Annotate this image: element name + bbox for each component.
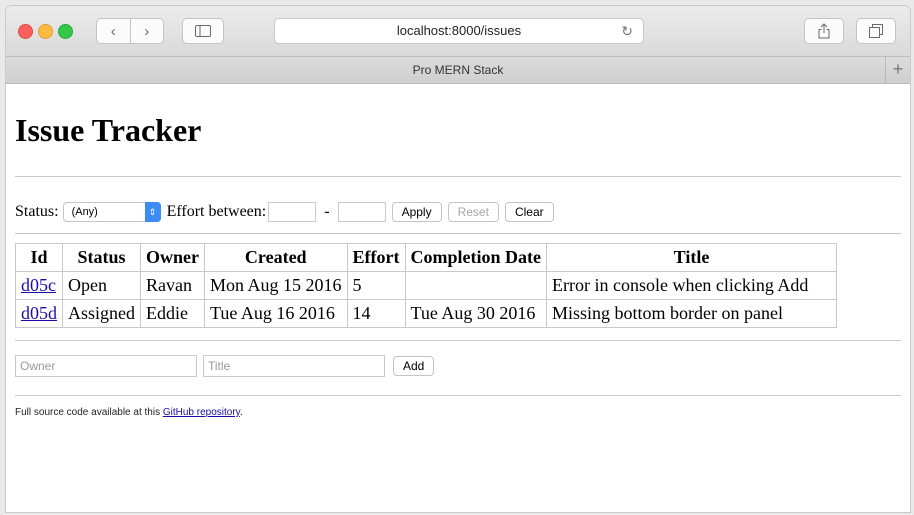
close-icon[interactable] (18, 24, 33, 39)
table-row: d05d Assigned Eddie Tue Aug 16 2016 14 T… (15, 299, 837, 328)
table-header-row: Id Status Owner Created Effort Completio… (15, 243, 837, 272)
completion-date-cell (404, 271, 547, 300)
title-cell: Error in console when clicking Add (545, 271, 837, 300)
effort-label: Effort between: (166, 203, 267, 220)
column-header-completion-date: Completion Date (404, 243, 547, 272)
column-header-created: Created (204, 243, 348, 272)
address-bar[interactable]: localhost:8000/issues ↻ (274, 18, 644, 44)
status-select-value: (Any) (71, 206, 98, 218)
divider (15, 340, 901, 341)
page-content: Issue Tracker Status: (Any) ⇕ Effort bet… (6, 112, 910, 418)
reload-icon[interactable]: ↻ (621, 19, 633, 43)
divider (15, 233, 901, 234)
tab-title[interactable]: Pro MERN Stack (413, 63, 504, 77)
divider (15, 395, 901, 396)
column-header-owner: Owner (140, 243, 205, 272)
footer: Full source code available at this GitHu… (15, 407, 901, 418)
browser-toolbar: ‹ › localhost:8000/issues ↻ (6, 6, 910, 57)
issue-id-link[interactable]: d05c (21, 275, 56, 295)
sidebar-icon[interactable] (182, 18, 224, 44)
created-cell: Tue Aug 16 2016 (204, 299, 348, 328)
title-input[interactable]: Title (203, 355, 385, 377)
status-cell: Assigned (62, 299, 141, 328)
created-cell: Mon Aug 15 2016 (204, 271, 348, 300)
owner-cell: Eddie (140, 299, 205, 328)
share-icon[interactable] (804, 18, 844, 44)
status-select[interactable]: (Any) ⇕ (62, 202, 161, 222)
footer-suffix: . (239, 407, 243, 418)
column-header-status: Status (62, 243, 141, 272)
status-cell: Open (62, 271, 141, 300)
title-cell: Missing bottom border on panel (545, 299, 837, 328)
tabs-icon[interactable] (856, 18, 896, 44)
issue-table: Id Status Owner Created Effort Completio… (15, 243, 837, 328)
clear-button[interactable]: Clear (504, 202, 554, 222)
chevron-right-icon[interactable]: › (131, 23, 164, 40)
plus-icon[interactable]: + (885, 57, 910, 83)
status-label: Status: (15, 203, 59, 220)
select-arrow-icon: ⇕ (144, 202, 161, 222)
nav-buttons: ‹ › (96, 18, 164, 44)
divider (15, 176, 901, 177)
effort-dash: - (324, 203, 330, 220)
footer-text: Full source code available at this (15, 407, 163, 418)
chevron-left-icon[interactable]: ‹ (97, 23, 130, 40)
minimize-icon[interactable] (38, 24, 53, 39)
owner-cell: Ravan (140, 271, 205, 300)
effort-max-input[interactable] (337, 202, 386, 222)
effort-cell: 14 (346, 299, 406, 328)
tab-bar: Pro MERN Stack + (6, 57, 910, 84)
page-title: Issue Tracker (15, 112, 202, 148)
effort-min-input[interactable] (268, 202, 317, 222)
issue-filter: Status: (Any) ⇕ Effort between: - Apply … (15, 200, 901, 224)
column-header-title: Title (545, 243, 837, 272)
completion-date-cell: Tue Aug 30 2016 (404, 299, 547, 328)
issue-add-form: Owner Title Add (15, 355, 901, 377)
table-row: d05c Open Ravan Mon Aug 15 2016 5 Error … (15, 271, 837, 300)
column-header-id: Id (15, 243, 63, 272)
add-button[interactable]: Add (393, 356, 435, 376)
owner-input[interactable]: Owner (15, 355, 197, 377)
maximize-icon[interactable] (58, 24, 73, 39)
issue-id-link[interactable]: d05d (21, 303, 57, 323)
github-link[interactable]: GitHub repository (163, 407, 240, 418)
browser-window: ‹ › localhost:8000/issues ↻ Pro MERN Sta… (6, 6, 910, 512)
reset-button[interactable]: Reset (447, 202, 499, 222)
url-text: localhost:8000/issues (396, 23, 522, 38)
column-header-effort: Effort (346, 243, 406, 272)
effort-cell: 5 (346, 271, 406, 300)
apply-button[interactable]: Apply (391, 202, 442, 222)
